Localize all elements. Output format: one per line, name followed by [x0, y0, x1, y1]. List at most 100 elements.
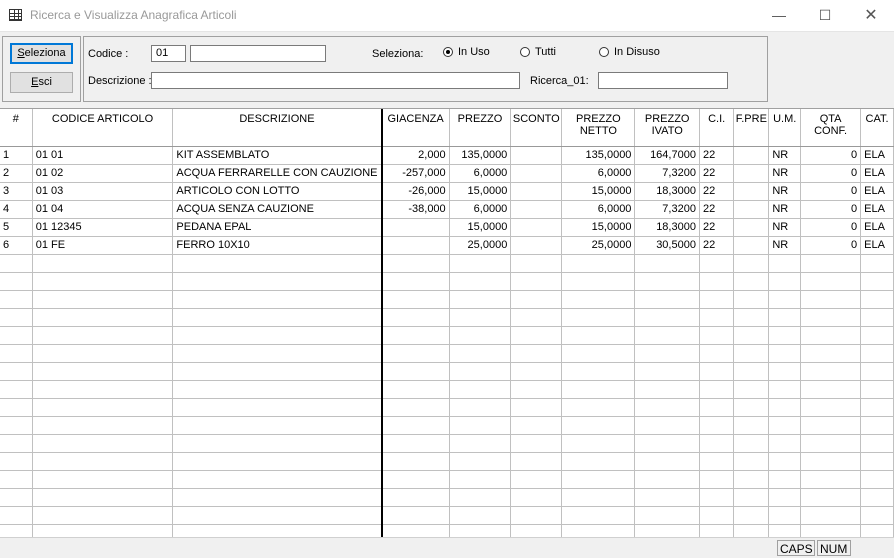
table-cell[interactable] — [733, 290, 770, 309]
table-cell[interactable] — [699, 290, 735, 309]
table-cell[interactable]: NR — [768, 236, 802, 255]
table-cell[interactable]: 01 03 — [32, 182, 174, 201]
table-cell[interactable] — [449, 416, 512, 435]
table-cell[interactable]: 01 FE — [32, 236, 174, 255]
table-cell[interactable] — [800, 344, 862, 363]
table-cell[interactable]: 22 — [699, 146, 735, 165]
table-cell[interactable] — [32, 290, 174, 309]
table-cell[interactable] — [800, 362, 862, 381]
minimize-button[interactable]: — — [756, 0, 802, 31]
table-cell[interactable] — [733, 362, 770, 381]
esci-button[interactable]: Esci — [10, 72, 73, 93]
table-cell[interactable]: 22 — [699, 218, 735, 237]
table-cell[interactable]: -257,000 — [381, 164, 450, 183]
table-cell[interactable] — [634, 308, 700, 327]
table-cell[interactable] — [634, 290, 700, 309]
table-cell[interactable] — [0, 416, 33, 435]
table-cell[interactable]: 18,3000 — [634, 182, 700, 201]
table-cell[interactable] — [0, 290, 33, 309]
table-cell[interactable] — [449, 326, 512, 345]
table-cell[interactable] — [381, 380, 450, 399]
table-cell[interactable] — [733, 380, 770, 399]
table-cell[interactable]: 3 — [0, 182, 33, 201]
table-cell[interactable] — [381, 452, 450, 471]
table-cell[interactable] — [733, 326, 770, 345]
maximize-button[interactable]: ☐ — [802, 0, 848, 31]
column-header[interactable]: CAT. — [860, 109, 894, 147]
table-cell[interactable] — [733, 344, 770, 363]
table-cell[interactable] — [561, 524, 636, 537]
table-cell[interactable] — [172, 452, 383, 471]
table-cell[interactable] — [733, 488, 770, 507]
table-cell[interactable] — [32, 416, 174, 435]
table-cell[interactable] — [768, 254, 802, 273]
table-cell[interactable] — [381, 506, 450, 525]
column-header[interactable]: PREZZO NETTO — [561, 109, 636, 147]
table-cell[interactable] — [510, 434, 563, 453]
column-header[interactable]: F.PRE — [733, 109, 770, 147]
table-cell[interactable] — [172, 326, 383, 345]
table-cell[interactable] — [768, 290, 802, 309]
table-cell[interactable]: 01 12345 — [32, 218, 174, 237]
table-cell[interactable] — [634, 470, 700, 489]
table-cell[interactable] — [32, 434, 174, 453]
table-cell[interactable]: 30,5000 — [634, 236, 700, 255]
table-cell[interactable] — [172, 254, 383, 273]
table-row[interactable]: 2 01 02 ACQUA FERRARELLE CON CAUZIONE -257,… — [0, 164, 894, 183]
table-cell[interactable] — [733, 200, 770, 219]
table-row[interactable]: 4 01 04 ACQUA SENZA CAUZIONE -38,000 6,0000 6… — [0, 200, 894, 219]
table-cell[interactable]: 6,0000 — [449, 164, 512, 183]
table-cell[interactable] — [561, 362, 636, 381]
empty-row[interactable] — [0, 326, 894, 345]
table-cell[interactable]: 18,3000 — [634, 218, 700, 237]
table-cell[interactable] — [634, 452, 700, 471]
table-cell[interactable] — [634, 506, 700, 525]
table-cell[interactable] — [381, 434, 450, 453]
table-cell[interactable] — [733, 182, 770, 201]
table-cell[interactable] — [32, 344, 174, 363]
table-cell[interactable] — [699, 362, 735, 381]
table-cell[interactable] — [510, 182, 563, 201]
table-cell[interactable]: NR — [768, 182, 802, 201]
table-cell[interactable] — [510, 254, 563, 273]
table-cell[interactable] — [0, 506, 33, 525]
table-cell[interactable] — [510, 416, 563, 435]
table-cell[interactable] — [860, 362, 894, 381]
table-cell[interactable]: 164,7000 — [634, 146, 700, 165]
table-cell[interactable] — [510, 524, 563, 537]
table-cell[interactable]: 22 — [699, 164, 735, 183]
table-cell[interactable] — [800, 380, 862, 399]
table-cell[interactable] — [561, 290, 636, 309]
table-cell[interactable]: 2,000 — [381, 146, 450, 165]
table-cell[interactable] — [768, 380, 802, 399]
table-cell[interactable] — [699, 380, 735, 399]
table-cell[interactable] — [561, 380, 636, 399]
column-header[interactable]: CODICE ARTICOLO — [32, 109, 174, 147]
table-cell[interactable] — [634, 326, 700, 345]
table-cell[interactable]: NR — [768, 164, 802, 183]
table-cell[interactable] — [634, 434, 700, 453]
table-cell[interactable] — [32, 326, 174, 345]
table-cell[interactable] — [0, 470, 33, 489]
table-cell[interactable] — [0, 452, 33, 471]
table-cell[interactable] — [510, 326, 563, 345]
empty-row[interactable] — [0, 272, 894, 291]
table-cell[interactable] — [733, 308, 770, 327]
empty-row[interactable] — [0, 506, 894, 525]
table-cell[interactable]: ELA — [860, 182, 894, 201]
table-cell[interactable] — [172, 290, 383, 309]
table-cell[interactable] — [32, 452, 174, 471]
empty-row[interactable] — [0, 416, 894, 435]
codice-input[interactable]: 01 — [151, 45, 186, 62]
table-cell[interactable] — [32, 506, 174, 525]
table-cell[interactable] — [699, 434, 735, 453]
table-cell[interactable] — [32, 470, 174, 489]
table-cell[interactable] — [449, 434, 512, 453]
table-cell[interactable] — [510, 362, 563, 381]
table-cell[interactable] — [510, 236, 563, 255]
table-cell[interactable]: 25,0000 — [561, 236, 636, 255]
table-cell[interactable] — [381, 488, 450, 507]
table-cell[interactable] — [733, 452, 770, 471]
table-cell[interactable] — [449, 506, 512, 525]
table-cell[interactable] — [0, 344, 33, 363]
